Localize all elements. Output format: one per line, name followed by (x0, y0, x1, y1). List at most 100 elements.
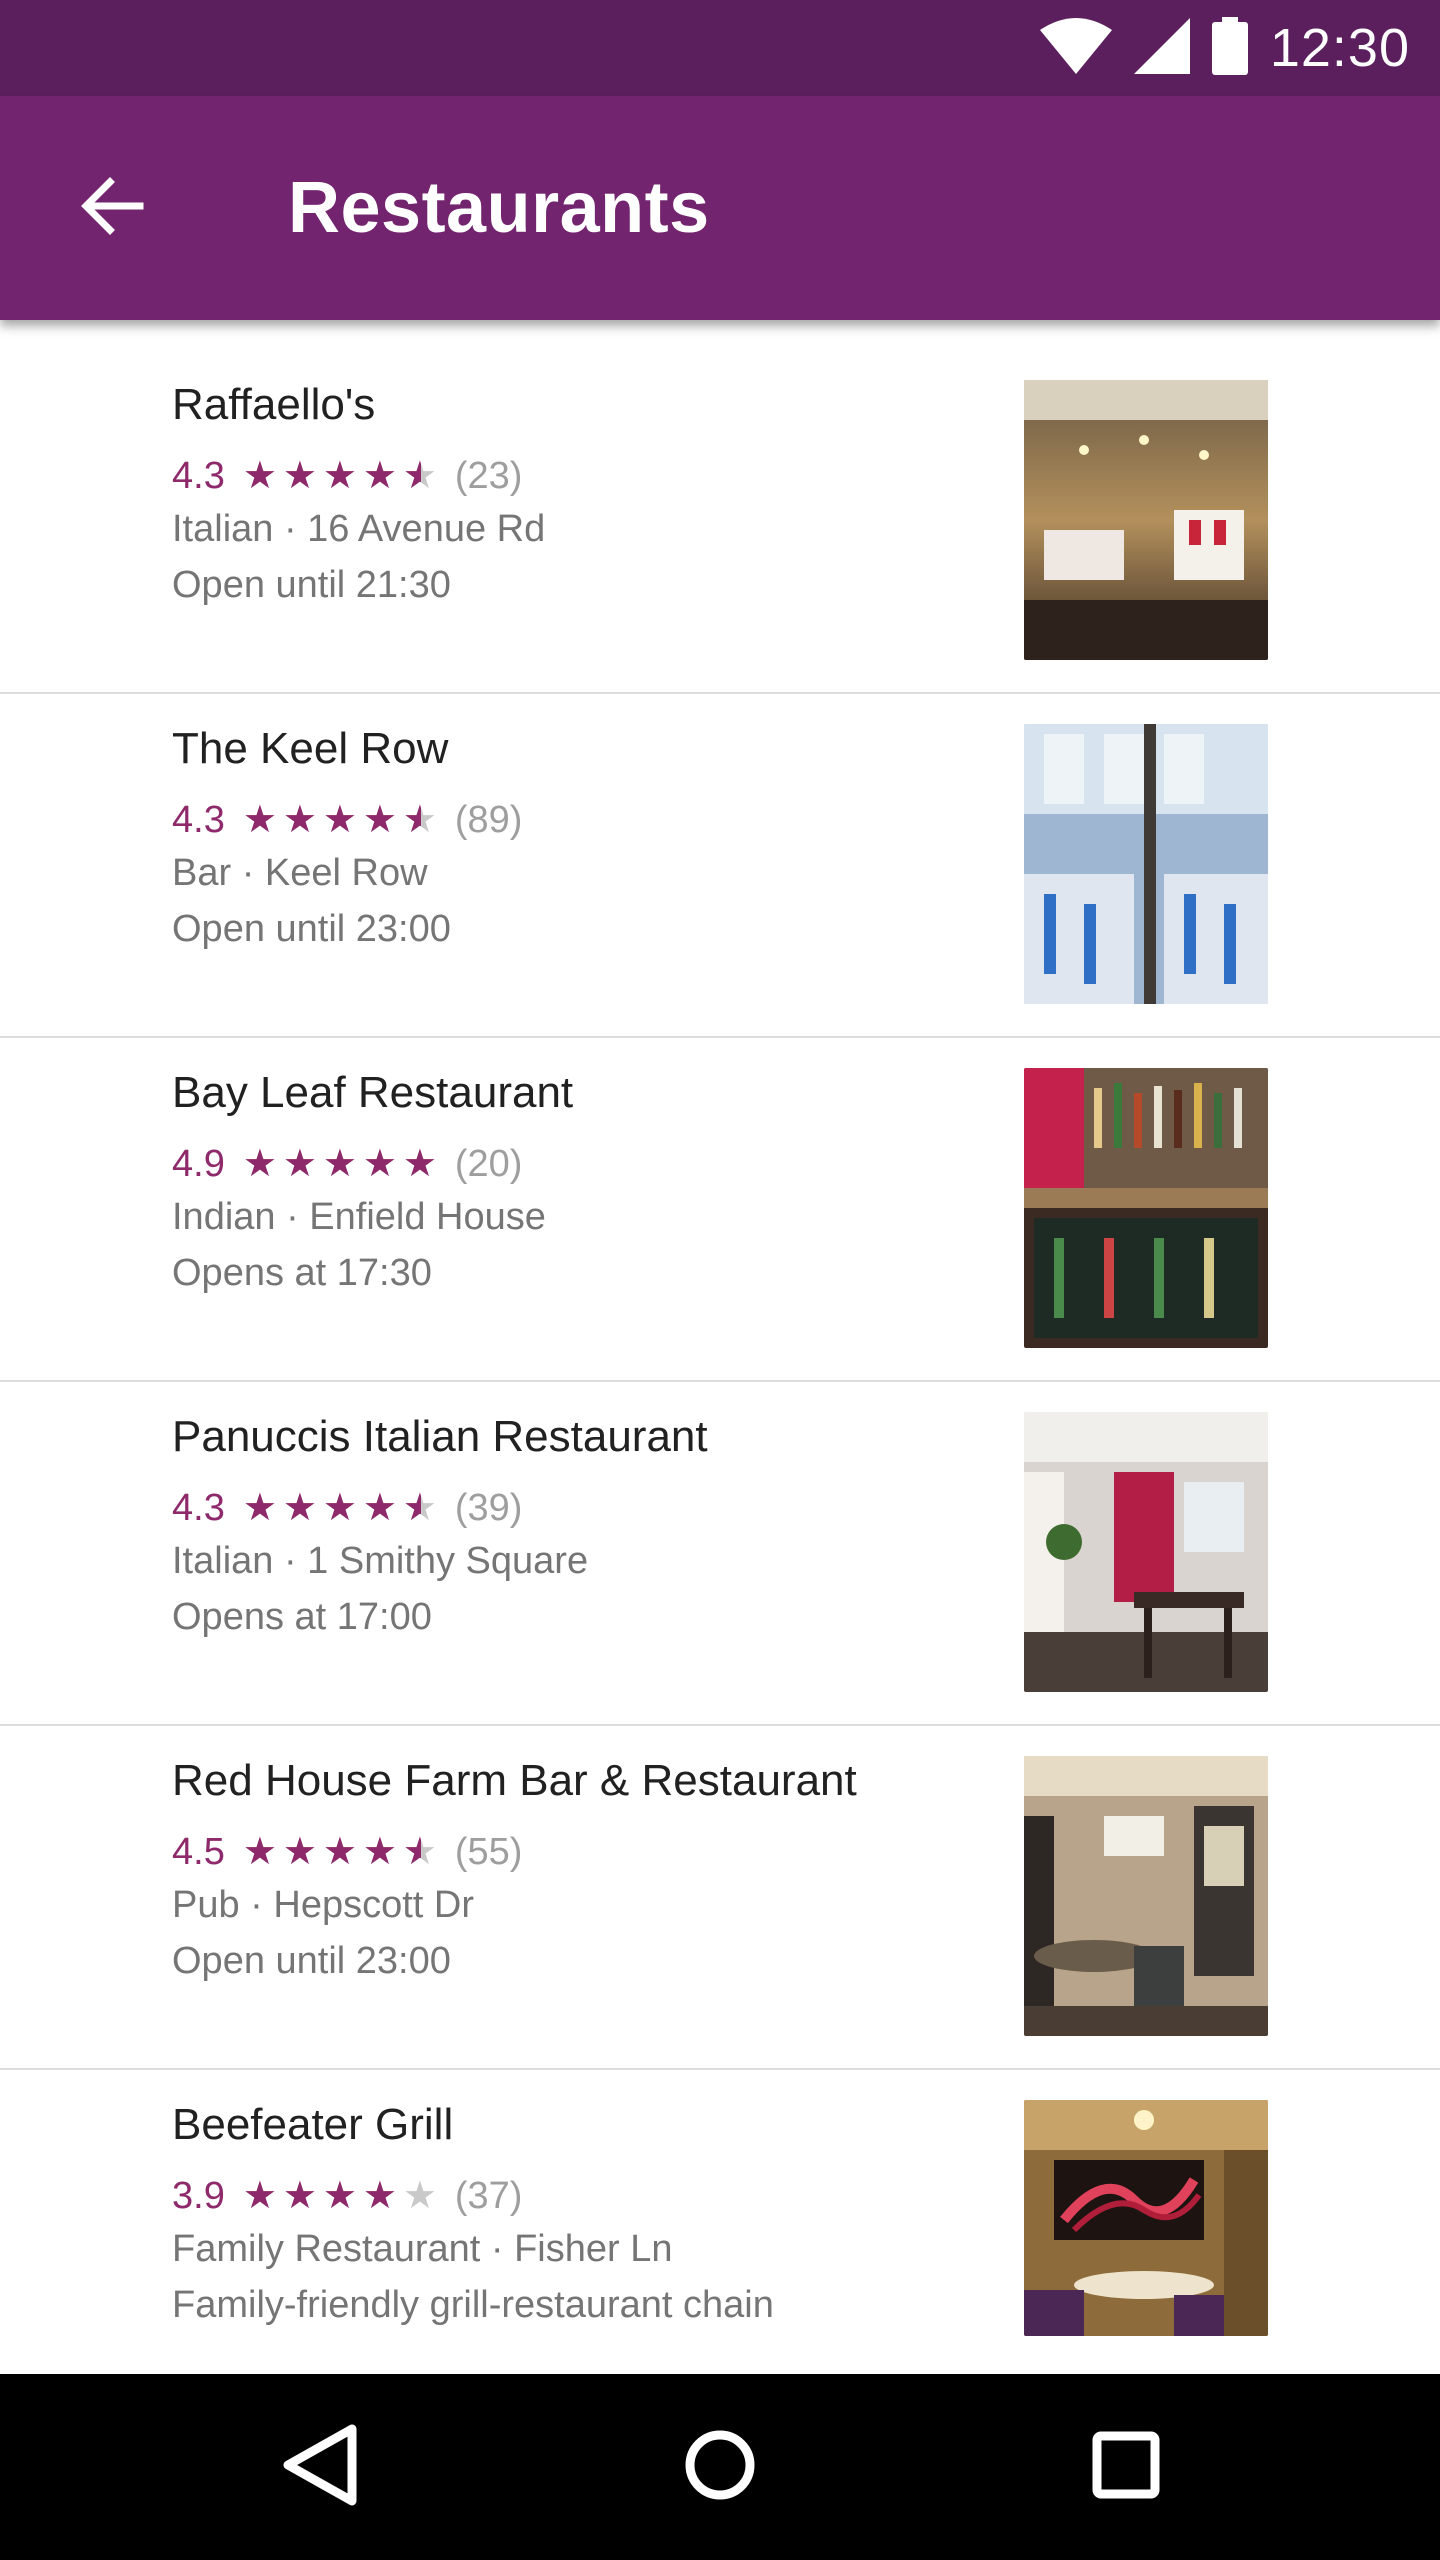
restaurant-photo (1024, 724, 1268, 1004)
review-count: (37) (454, 2174, 523, 2217)
restaurant-list-item[interactable]: Panuccis Italian Restaurant 4.3 ★ ★ ★ ★ ★ ★ ★ ★… (0, 1382, 1440, 1726)
circle-home-icon (682, 2427, 758, 2508)
battery-icon (1211, 16, 1248, 80)
star-icon: ★★ (362, 1487, 397, 1529)
restaurant-list-item[interactable]: The Keel Row 4.3 ★ ★ ★ ★ ★ ★ ★ ★ ★ ★ (89) Bar · K… (0, 694, 1440, 1038)
back-button[interactable] (56, 152, 168, 264)
status-time: 12:30 (1269, 18, 1410, 78)
restaurant-name: Panuccis Italian Restaurant (172, 1412, 708, 1461)
restaurant-photo (1024, 1756, 1268, 2036)
star-rating: ★★★★★★★★★★ (242, 455, 439, 497)
rating-row: 4.3 ★ ★ ★ ★ ★ ★ ★ ★ ★ ★ (89) (172, 792, 522, 848)
restaurant-hours: Opens at 17:00 (172, 1596, 432, 1638)
cell-signal-icon (1133, 17, 1190, 79)
star-icon: ★★ (362, 2175, 397, 2217)
review-count: (20) (454, 1142, 523, 1185)
star-icon: ★★ (282, 799, 317, 841)
triangle-back-icon (280, 2423, 360, 2512)
restaurant-category-address: Family Restaurant · Fisher Ln (172, 2228, 673, 2270)
rating-value: 3.9 (172, 2174, 225, 2217)
star-icon: ★★ (402, 455, 437, 497)
restaurant-name: Beefeater Grill (172, 2100, 454, 2149)
star-icon: ★★ (322, 1487, 357, 1529)
star-icon: ★★ (282, 1831, 317, 1873)
restaurant-photo (1024, 1068, 1268, 1348)
restaurant-category-address: Indian · Enfield House (172, 1196, 546, 1238)
star-icon: ★★ (242, 799, 277, 841)
restaurant-hours: Open until 21:30 (172, 564, 451, 606)
restaurant-photo (1024, 1412, 1268, 1692)
restaurant-list-item[interactable]: Raffaello's 4.3 ★ ★ ★ ★ ★ ★ ★ ★ ★ ★ (23) Italian … (0, 350, 1440, 694)
nav-back-button[interactable] (230, 2374, 410, 2560)
restaurant-category-address: Bar · Keel Row (172, 852, 428, 894)
restaurant-hours: Family-friendly grill-restaurant chain (172, 2284, 774, 2326)
review-count: (39) (454, 1486, 523, 1529)
rating-row: 4.9 ★ ★ ★ ★ ★ ★ ★ ★ ★ ★ (20) (172, 1136, 522, 1192)
star-icon: ★★ (402, 1143, 437, 1185)
star-icon: ★★ (402, 799, 437, 841)
restaurant-list: Raffaello's 4.3 ★ ★ ★ ★ ★ ★ ★ ★ ★ ★ (23) Italian … (0, 350, 1440, 2414)
restaurant-name: Red House Farm Bar & Restaurant (172, 1756, 857, 1805)
restaurant-hours: Open until 23:00 (172, 1940, 451, 1982)
star-icon: ★★ (242, 455, 277, 497)
rating-row: 3.9 ★★★★★★★★★★ (37) (172, 2168, 522, 2224)
star-icon: ★★ (242, 1143, 277, 1185)
star-rating: ★★★★★★★★★★ (242, 1143, 439, 1185)
restaurant-name: The Keel Row (172, 724, 449, 773)
restaurant-list-item[interactable]: Beefeater Grill 3.9 ★★★★★★★★★★ (37) Fami… (0, 2070, 1440, 2414)
star-icon: ★★ (362, 455, 397, 497)
wifi-icon (1039, 17, 1112, 79)
star-icon: ★★ (242, 1487, 277, 1529)
page-title: Restaurants (288, 168, 710, 248)
restaurant-category-address: Italian · 1 Smithy Square (172, 1540, 589, 1582)
restaurant-hours: Open until 23:00 (172, 908, 451, 950)
status-icons: 12:30 (1039, 0, 1410, 96)
star-rating: ★★★★★★★★★★ (242, 1831, 439, 1873)
rating-value: 4.3 (172, 798, 225, 841)
star-icon: ★★ (282, 1143, 317, 1185)
review-count: (23) (454, 454, 523, 497)
star-icon: ★★ (402, 1831, 437, 1873)
star-icon: ★★ (282, 1487, 317, 1529)
star-icon: ★★ (322, 455, 357, 497)
restaurant-photo (1024, 380, 1268, 660)
restaurant-photo (1024, 2100, 1268, 2336)
rating-value: 4.3 (172, 454, 225, 497)
rating-value: 4.5 (172, 1830, 225, 1873)
arrow-left-icon (80, 174, 144, 243)
restaurant-list-item[interactable]: Bay Leaf Restaurant 4.9 ★ ★ ★ ★ ★ ★ ★ ★ ★ ★ (20) … (0, 1038, 1440, 1382)
star-icon: ★★ (322, 1143, 357, 1185)
rating-value: 4.9 (172, 1142, 225, 1185)
star-icon: ★★ (322, 2175, 357, 2217)
star-rating: ★★★★★★★★★★ (242, 1487, 439, 1529)
star-icon: ★★ (282, 455, 317, 497)
restaurant-hours: Opens at 17:30 (172, 1252, 432, 1294)
rating-row: 4.5 ★ ★ ★ ★ ★ ★ ★ ★ ★ ★ (55) (172, 1824, 522, 1880)
star-icon: ★★ (402, 2175, 437, 2217)
restaurant-name: Raffaello's (172, 380, 376, 429)
star-icon: ★★ (282, 2175, 317, 2217)
star-icon: ★★ (362, 799, 397, 841)
star-rating: ★★★★★★★★★★ (242, 799, 439, 841)
star-icon: ★★ (242, 2175, 277, 2217)
star-icon: ★★ (362, 1831, 397, 1873)
square-recents-icon (1091, 2430, 1161, 2505)
rating-value: 4.3 (172, 1486, 225, 1529)
app-bar: Restaurants (0, 96, 1440, 320)
review-count: (55) (454, 1830, 523, 1873)
rating-row: 4.3 ★ ★ ★ ★ ★ ★ ★ ★ ★ ★ (39) (172, 1480, 522, 1536)
star-icon: ★★ (402, 1487, 437, 1529)
restaurant-name: Bay Leaf Restaurant (172, 1068, 574, 1117)
status-bar: 12:30 (0, 0, 1440, 96)
restaurant-category-address: Pub · Hepscott Dr (172, 1884, 474, 1926)
nav-recents-button[interactable] (1036, 2374, 1216, 2560)
star-icon: ★★ (242, 1831, 277, 1873)
star-rating: ★★★★★★★★★★ (242, 2175, 439, 2217)
star-icon: ★★ (362, 1143, 397, 1185)
star-icon: ★★ (322, 799, 357, 841)
restaurant-category-address: Italian · 16 Avenue Rd (172, 508, 546, 550)
restaurant-list-item[interactable]: Red House Farm Bar & Restaurant 4.5 ★ ★ ★ ★… (0, 1726, 1440, 2070)
star-icon: ★★ (322, 1831, 357, 1873)
nav-home-button[interactable] (630, 2374, 810, 2560)
review-count: (89) (454, 798, 523, 841)
